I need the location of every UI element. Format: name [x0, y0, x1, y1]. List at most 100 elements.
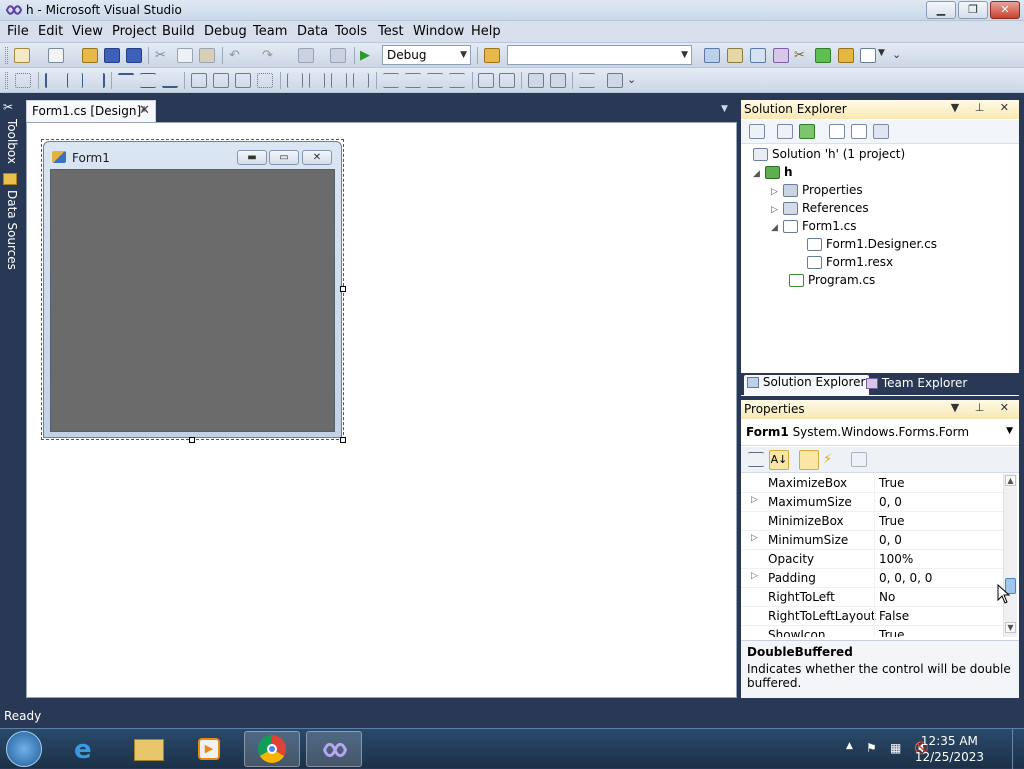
form-designer-window[interactable]: Form1 ▬ ▭ ✕ [43, 141, 342, 438]
taskbar-visual-studio[interactable] [306, 731, 362, 767]
expand-arrow-icon[interactable]: ▷ [751, 533, 758, 543]
menu-test[interactable]: Test [378, 24, 404, 39]
toolbar-overflow-icon[interactable]: ⌄ [892, 48, 908, 63]
property-row[interactable]: RightToLeft No [741, 588, 1003, 607]
property-row[interactable]: MinimizeBox True [741, 512, 1003, 531]
make-horizontal-spacing-equal-icon[interactable] [287, 73, 303, 88]
clock[interactable]: 12:35 AM 12/25/2023 [915, 733, 984, 765]
tree-item-project[interactable]: ◢ h [753, 165, 793, 183]
align-to-grid-icon[interactable] [15, 73, 31, 88]
command-window-icon[interactable] [860, 48, 876, 63]
align-rights-icon[interactable] [89, 73, 105, 88]
collapse-arrow-icon[interactable]: ◢ [771, 223, 783, 233]
tree-item-form1-designer-cs[interactable]: Form1.Designer.cs [807, 237, 937, 255]
open-file-icon[interactable] [82, 48, 98, 63]
paste-icon[interactable] [199, 48, 215, 63]
menu-help[interactable]: Help [471, 24, 501, 39]
menu-file[interactable]: File [7, 24, 29, 39]
toolbox-tab[interactable]: Toolbox [1, 119, 19, 164]
team-explorer-icon[interactable] [773, 48, 789, 63]
menu-team[interactable]: Team [253, 24, 287, 39]
property-pages-icon[interactable] [851, 452, 867, 467]
make-same-width-icon[interactable] [191, 73, 207, 88]
alphabetical-icon[interactable]: A↓ [769, 450, 789, 470]
increase-vertical-spacing-icon[interactable] [405, 73, 421, 88]
data-sources-tab[interactable]: Data Sources [1, 190, 19, 270]
navigate-forward-icon[interactable] [330, 48, 346, 63]
property-value[interactable]: 0, 0 [879, 533, 902, 547]
decrease-vertical-spacing-icon[interactable] [427, 73, 443, 88]
scroll-up-arrow-icon[interactable]: ▲ [1005, 475, 1016, 486]
show-desktop-button[interactable] [1012, 729, 1024, 769]
make-same-size-icon[interactable] [235, 73, 251, 88]
toolbar-overflow-icon[interactable]: ⌄ [627, 73, 643, 88]
increase-horizontal-spacing-icon[interactable] [309, 73, 325, 88]
menu-edit[interactable]: Edit [38, 24, 63, 39]
expand-arrow-icon[interactable]: ▷ [751, 495, 758, 505]
panel-window-buttons[interactable]: ▼ ⊥ ✕ [951, 401, 1015, 414]
start-page-icon[interactable] [815, 48, 831, 63]
tab-solution-explorer[interactable]: Solution Explorer [744, 375, 869, 395]
toolbox-icon[interactable]: ✂ [794, 48, 810, 63]
tab-form1-design[interactable]: Form1.cs [Design]* ✕ [26, 100, 156, 122]
align-middles-icon[interactable] [140, 73, 156, 88]
align-tops-icon[interactable] [118, 73, 134, 88]
copy-icon[interactable] [177, 48, 193, 63]
tree-item-properties[interactable]: ▷ Properties [771, 183, 863, 201]
properties-icon[interactable] [749, 124, 765, 139]
start-debugging-icon[interactable]: ▶ [360, 48, 376, 63]
network-icon[interactable]: ▦ [890, 741, 901, 755]
solution-explorer-icon[interactable] [704, 48, 720, 63]
cut-icon[interactable]: ✂ [155, 48, 171, 63]
undo-icon[interactable]: ↶ [229, 48, 245, 63]
add-item-icon[interactable] [48, 48, 64, 63]
action-center-flag-icon[interactable]: ⚑ [866, 741, 877, 755]
remove-vertical-spacing-icon[interactable] [449, 73, 465, 88]
center-vertically-icon[interactable] [499, 73, 515, 88]
view-class-diagram-icon[interactable] [873, 124, 889, 139]
remove-horizontal-spacing-icon[interactable] [353, 73, 369, 88]
property-value[interactable]: False [879, 609, 909, 623]
taskbar-internet-explorer[interactable]: e [60, 731, 116, 767]
menu-data[interactable]: Data [297, 24, 328, 39]
property-row[interactable]: ShowIcon True [741, 626, 1003, 637]
property-row[interactable]: Opacity 100% [741, 550, 1003, 569]
align-centers-icon[interactable] [67, 73, 83, 88]
property-row[interactable]: ▷ MinimumSize 0, 0 [741, 531, 1003, 550]
data-sources-tab-icon[interactable] [3, 173, 17, 185]
property-row[interactable]: ▷ Padding 0, 0, 0, 0 [741, 569, 1003, 588]
save-all-icon[interactable] [126, 48, 142, 63]
new-project-icon[interactable] [14, 48, 30, 63]
menu-debug[interactable]: Debug [204, 24, 247, 39]
show-hidden-icons[interactable]: ▲ [846, 741, 853, 751]
collapse-arrow-icon[interactable]: ◢ [753, 169, 765, 179]
resize-handle-right[interactable] [340, 286, 346, 292]
size-to-grid-icon[interactable] [257, 73, 273, 88]
redo-icon[interactable]: ↷ [262, 48, 278, 63]
properties-view-icon[interactable] [799, 450, 819, 470]
find-in-files-icon[interactable] [484, 48, 500, 63]
scroll-down-arrow-icon[interactable]: ▼ [1005, 622, 1016, 633]
property-value[interactable]: No [879, 590, 895, 604]
close-icon[interactable]: ✕ [139, 103, 150, 118]
expand-arrow-icon[interactable]: ▷ [771, 205, 783, 215]
tree-item-form1-cs[interactable]: ◢ Form1.cs [771, 219, 857, 237]
extension-manager-icon[interactable] [838, 48, 854, 63]
property-row[interactable]: MaximizeBox True [741, 474, 1003, 493]
tree-item-references[interactable]: ▷ References [771, 201, 869, 219]
taskbar-chrome[interactable] [244, 731, 300, 767]
toolbar-grip[interactable] [5, 47, 8, 64]
expand-arrow-icon[interactable]: ▷ [751, 571, 758, 581]
decrease-horizontal-spacing-icon[interactable] [331, 73, 347, 88]
minimize-button[interactable]: ▁ [926, 1, 956, 19]
form-client-area[interactable] [50, 169, 335, 432]
menu-view[interactable]: View [72, 24, 103, 39]
make-same-height-icon[interactable] [213, 73, 229, 88]
show-all-files-icon[interactable] [777, 124, 793, 139]
refresh-icon[interactable] [799, 124, 815, 139]
close-button[interactable]: ✕ [990, 1, 1020, 19]
tab-team-explorer[interactable]: Team Explorer [866, 376, 967, 390]
property-value[interactable]: True [879, 476, 905, 490]
make-vertical-spacing-equal-icon[interactable] [383, 73, 399, 88]
categorized-icon[interactable] [748, 452, 764, 467]
